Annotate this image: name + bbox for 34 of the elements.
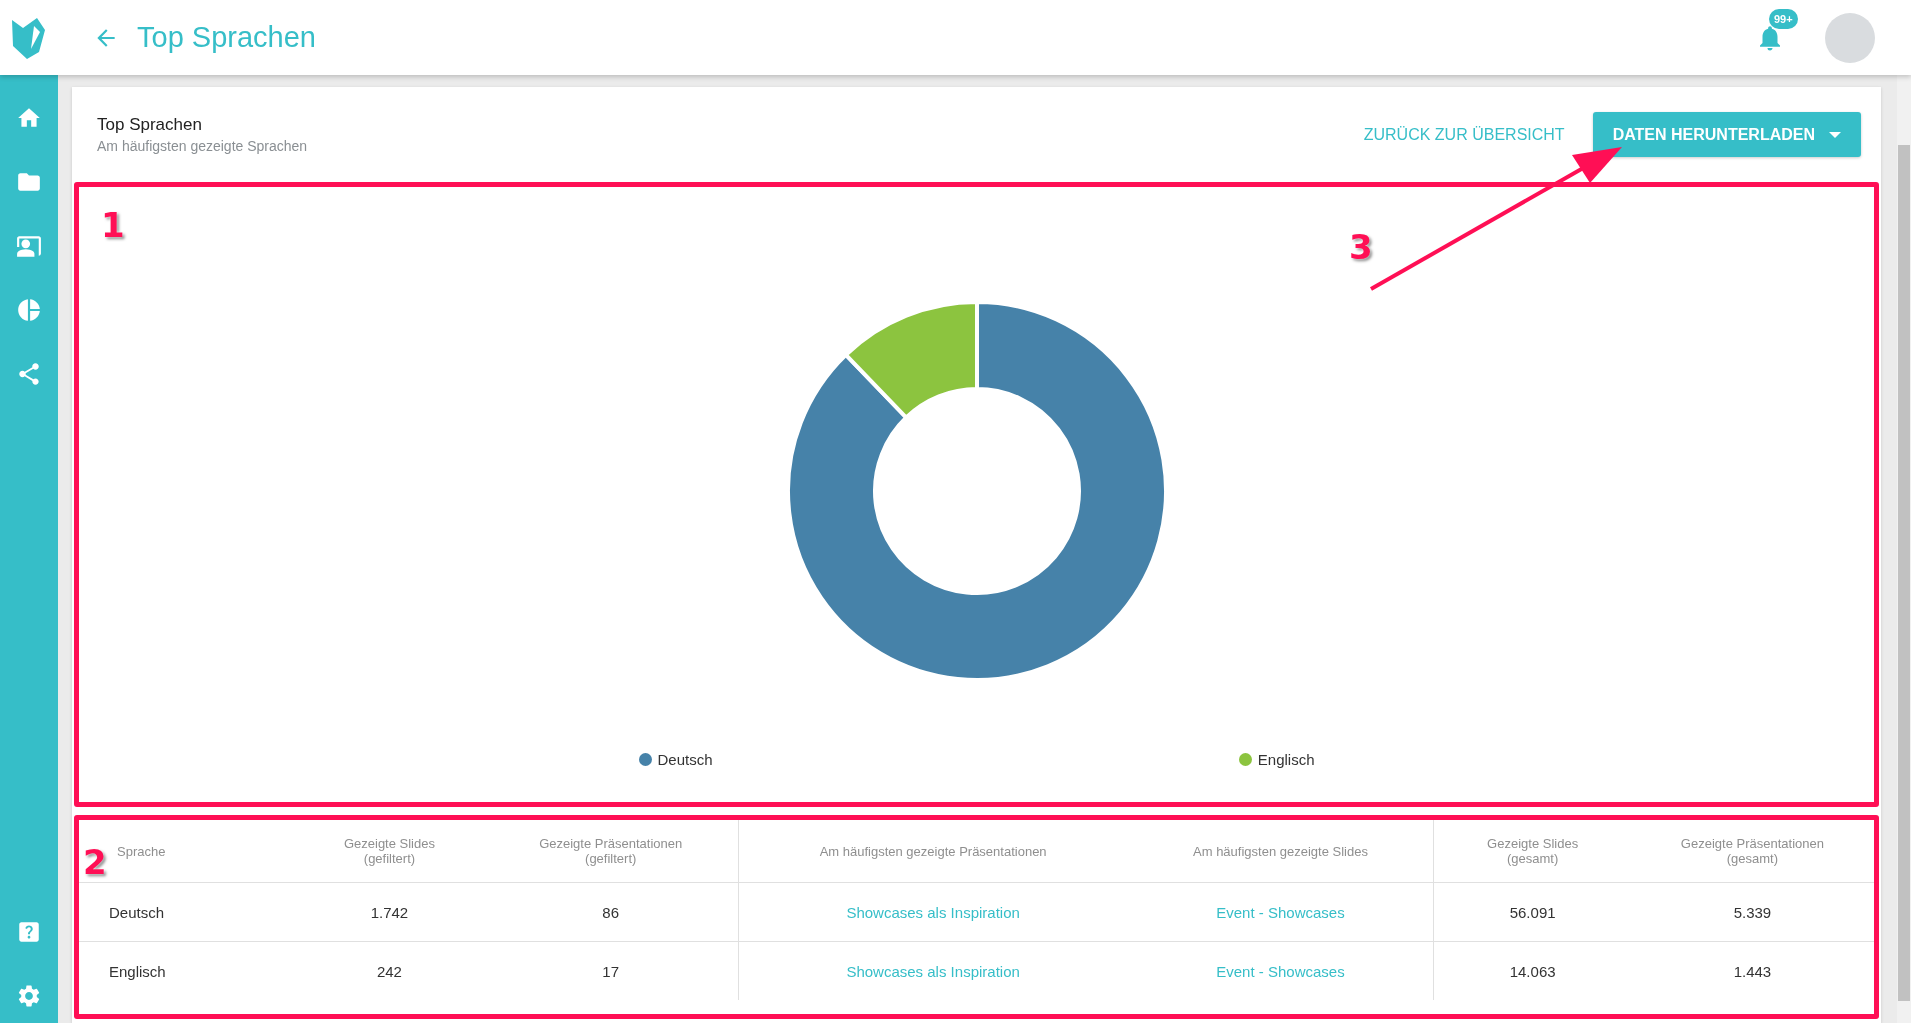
scrollbar[interactable] (1897, 75, 1911, 1023)
table-cell: 1.742 (370, 903, 409, 921)
table-cell: 1.443 (1733, 962, 1772, 980)
table-cell: 242 (376, 962, 402, 980)
column-header: Gezeigte Präsentationen (gefiltert) (483, 820, 739, 883)
table-cell: 86 (602, 903, 620, 921)
download-data-button[interactable]: DATEN HERUNTERLADEN (1592, 112, 1861, 157)
table-link[interactable]: Showcases als Inspiration (846, 903, 1020, 921)
table-cell: 14.063 (1509, 962, 1556, 980)
table-cell: 56.091 (1509, 903, 1556, 921)
column-header: Am häufigsten gezeigte Präsentationen (738, 820, 1128, 883)
back-to-overview-link[interactable]: ZURÜCK ZUR ÜBERSICHT (1357, 124, 1571, 145)
table-link[interactable]: Event - Showcases (1216, 903, 1345, 921)
column-header: Gezeigte Präsentationen (gesamt) (1630, 820, 1874, 883)
annotation-number: 3 (1349, 227, 1373, 267)
table-cell: 17 (602, 962, 620, 980)
column-header: Gezeigte Slides (gefiltert) (295, 820, 484, 883)
table-cell: 5.339 (1733, 903, 1772, 921)
legend-label: Englisch (1257, 751, 1315, 768)
table-cell: Englisch (109, 962, 166, 980)
card-subtitle: Am häufigsten gezeigte Sprachen (97, 138, 309, 154)
page-title: Top Sprachen (137, 21, 316, 54)
card-title: Top Sprachen (97, 115, 203, 135)
legend-label: Deutsch (657, 751, 713, 768)
table-cell: Deutsch (109, 903, 165, 921)
caret-icon (1829, 131, 1841, 138)
annotation-number: 2 (83, 842, 107, 882)
table-link[interactable]: Event - Showcases (1216, 962, 1345, 980)
annotation-number: 1 (101, 205, 125, 245)
column-header: Am häufigsten gezeigte Slides (1127, 820, 1435, 883)
table-link[interactable]: Showcases als Inspiration (846, 962, 1020, 980)
avatar[interactable] (1825, 12, 1875, 63)
notification-badge: 99+ (1769, 8, 1798, 29)
column-header: Gezeigte Slides (gesamt) (1434, 820, 1631, 883)
